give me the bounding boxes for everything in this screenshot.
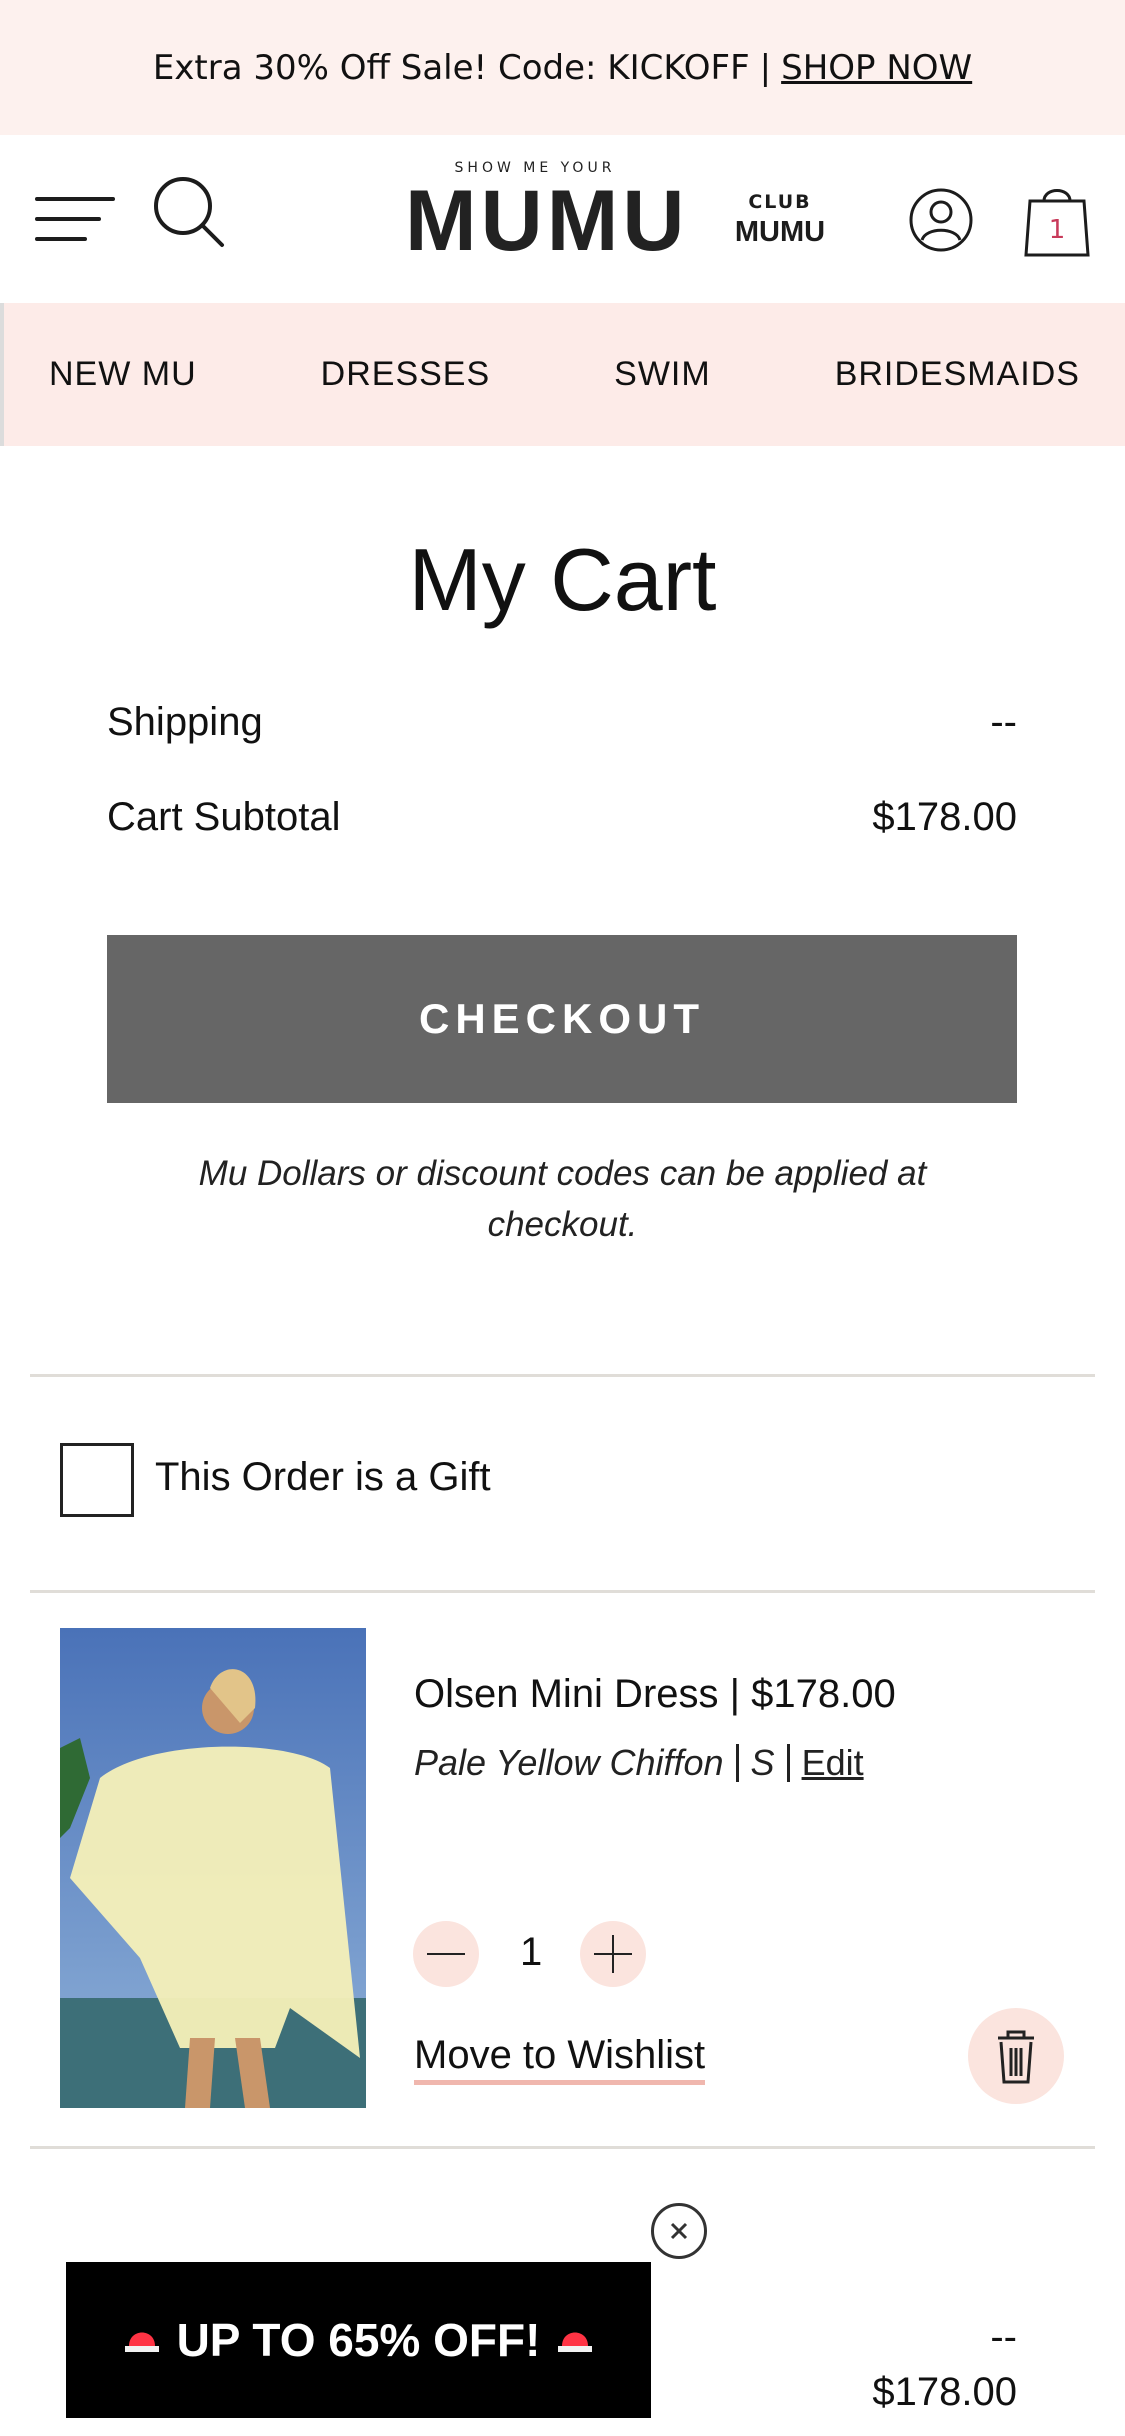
logo-big-text: MUMU xyxy=(405,173,689,269)
variant-separator xyxy=(735,1744,739,1782)
nav-item-new-mu[interactable]: NEW MU xyxy=(49,355,197,394)
subtotal-value: $178.00 xyxy=(872,795,1017,839)
shop-now-link[interactable]: SHOP NOW xyxy=(781,48,972,88)
promo-bar: Extra 30% Off Sale! Code: KICKOFF | SHOP… xyxy=(0,0,1125,135)
discount-disclaimer: Mu Dollars or discount codes can be appl… xyxy=(198,1154,927,1244)
nav-item-bridesmaids[interactable]: BRIDESMAIDS xyxy=(835,355,1080,394)
search-icon[interactable] xyxy=(152,175,226,249)
variant-separator xyxy=(786,1744,790,1782)
club-mumu-link[interactable]: CLUB MUMU xyxy=(730,187,830,247)
sale-popup-text: UP TO 65% OFF! xyxy=(176,2314,541,2366)
product-image[interactable] xyxy=(60,1628,366,2108)
divider xyxy=(30,2146,1095,2149)
subtotal-row: Cart Subtotal $178.00 xyxy=(107,795,1017,840)
shipping-row: Shipping -- xyxy=(107,700,1017,745)
close-icon xyxy=(670,2222,688,2240)
minus-icon xyxy=(427,1953,465,1955)
edit-link[interactable]: Edit xyxy=(802,1742,864,1784)
checkout-button[interactable]: CHECKOUT xyxy=(107,935,1017,1103)
product-variant: Pale Yellow Chiffon S Edit xyxy=(414,1742,864,1784)
divider xyxy=(30,1374,1095,1377)
remove-item-button[interactable] xyxy=(968,2008,1064,2104)
nav-item-dresses[interactable]: DRESSES xyxy=(321,355,491,394)
category-nav: NEW MU DRESSES SWIM BRIDESMAIDS xyxy=(0,303,1125,446)
subtotal-label: Cart Subtotal xyxy=(107,795,341,839)
promo-separator: | xyxy=(759,47,772,88)
close-popup-button[interactable] xyxy=(651,2203,707,2259)
siren-icon xyxy=(121,2314,163,2366)
siren-icon xyxy=(554,2314,596,2366)
product-size: S xyxy=(750,1742,775,1783)
bottom-subtotal-value: $178.00 xyxy=(872,2370,1017,2414)
account-icon[interactable] xyxy=(908,187,974,253)
page-title: My Cart xyxy=(408,530,717,629)
club-line2: MUMU xyxy=(734,216,826,248)
club-line1: CLUB xyxy=(748,191,812,213)
quantity-increase-button[interactable] xyxy=(580,1921,646,1987)
cart-count-badge: 1 xyxy=(1048,215,1066,245)
site-header: SHOW ME YOUR MUMU CLUB MUMU 1 xyxy=(0,135,1125,303)
gift-checkbox[interactable] xyxy=(60,1443,134,1517)
brand-logo[interactable]: SHOW ME YOUR MUMU xyxy=(405,160,689,280)
divider xyxy=(30,1590,1095,1593)
gift-label: This Order is a Gift xyxy=(155,1455,491,1499)
shipping-label: Shipping xyxy=(107,700,263,744)
promo-text: Extra 30% Off Sale! Code: KICKOFF xyxy=(152,47,750,88)
shipping-value: -- xyxy=(990,700,1017,744)
sale-popup-banner[interactable]: UP TO 65% OFF! xyxy=(66,2262,651,2418)
trash-icon xyxy=(998,2030,1034,2084)
product-color: Pale Yellow Chiffon xyxy=(414,1742,724,1783)
quantity-value: 1 xyxy=(520,1930,543,1974)
nav-item-swim[interactable]: SWIM xyxy=(614,355,711,394)
menu-icon[interactable] xyxy=(35,185,115,245)
move-to-wishlist-link[interactable]: Move to Wishlist xyxy=(414,2033,706,2085)
product-title[interactable]: Olsen Mini Dress | $178.00 xyxy=(414,1672,896,1717)
bottom-shipping-value: -- xyxy=(990,2315,1017,2359)
quantity-decrease-button[interactable] xyxy=(413,1921,479,1987)
plus-icon xyxy=(594,1935,632,1973)
